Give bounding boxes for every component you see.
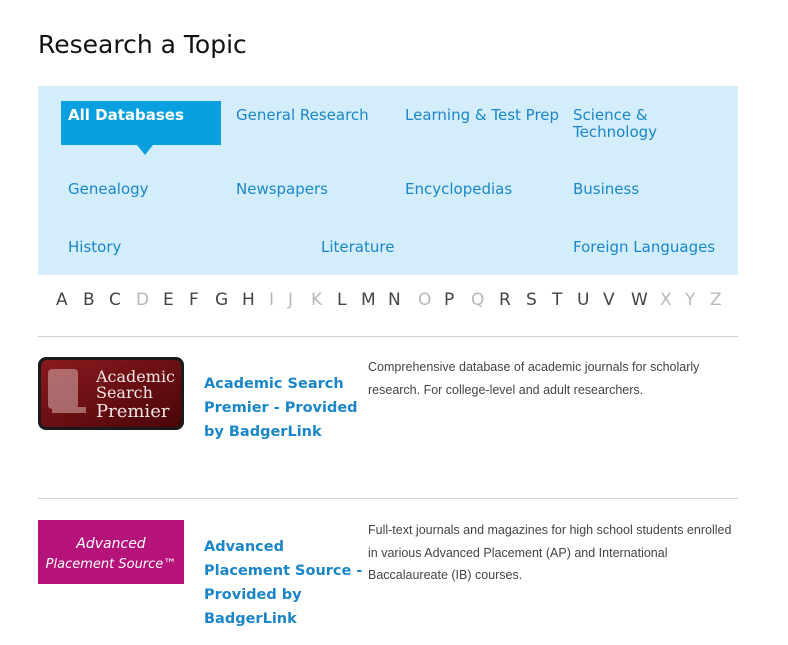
alphabet-letter-r[interactable]: R xyxy=(499,290,511,310)
alphabet-letter-a[interactable]: A xyxy=(56,290,68,310)
topic-literature[interactable]: Literature xyxy=(321,239,394,256)
topic-filter-panel: All Databases General Research Learning … xyxy=(38,86,738,275)
alphabet-letter-z: Z xyxy=(710,290,722,310)
alphabet-letter-x: X xyxy=(660,290,672,310)
logo-text-3: Premier xyxy=(96,401,170,422)
advanced-placement-source-logo[interactable]: Advanced Placement Source™ xyxy=(38,520,184,584)
alphabet-letter-b[interactable]: B xyxy=(83,290,95,310)
alphabet-letter-g[interactable]: G xyxy=(215,290,228,310)
alphabet-letter-y: Y xyxy=(685,290,696,310)
alphabet-letter-i: I xyxy=(269,290,275,310)
alphabet-letter-q: Q xyxy=(471,290,485,310)
database-link-advanced-placement-source[interactable]: Advanced Placement Source - Provided by … xyxy=(204,535,364,631)
database-link-academic-search-premier[interactable]: Academic Search Premier - Provided by Ba… xyxy=(204,372,364,444)
topic-history[interactable]: History xyxy=(68,239,121,256)
divider xyxy=(38,336,738,337)
alphabet-letter-u[interactable]: U xyxy=(577,290,589,310)
alphabet-letter-w[interactable]: W xyxy=(631,290,648,310)
topic-business[interactable]: Business xyxy=(573,181,639,198)
topic-all-databases[interactable]: All Databases xyxy=(61,101,221,155)
alphabet-letter-v[interactable]: V xyxy=(603,290,615,310)
topic-general-research[interactable]: General Research xyxy=(236,107,369,124)
alphabet-letter-m[interactable]: M xyxy=(361,290,376,310)
topic-foreign-languages[interactable]: Foreign Languages xyxy=(573,239,715,256)
topic-science-technology[interactable]: Science & Technology xyxy=(573,107,693,141)
alphabet-letter-h[interactable]: H xyxy=(242,290,255,310)
alphabet-letter-l[interactable]: L xyxy=(337,290,346,310)
logo-text-2: Search xyxy=(96,383,153,402)
alphabet-letter-k: K xyxy=(311,290,323,310)
database-description: Full-text journals and magazines for hig… xyxy=(368,523,732,582)
page-title: Research a Topic xyxy=(38,30,247,59)
divider xyxy=(38,498,738,499)
logo-text-1: Advanced xyxy=(75,536,146,552)
topic-genealogy[interactable]: Genealogy xyxy=(68,181,149,198)
alphabet-letter-f[interactable]: F xyxy=(189,290,199,310)
alphabet-letter-j: J xyxy=(288,290,294,310)
alphabet-letter-c[interactable]: C xyxy=(109,290,121,310)
logo-text-2: Placement Source™ xyxy=(46,557,177,572)
alphabet-letter-d: D xyxy=(136,290,150,310)
academic-search-premier-logo[interactable]: Academic Search Premier xyxy=(38,357,184,430)
alphabet-letter-s[interactable]: S xyxy=(526,290,537,310)
alphabet-letter-n[interactable]: N xyxy=(388,290,401,310)
topic-learning-test-prep[interactable]: Learning & Test Prep xyxy=(405,107,559,124)
alphabet-letter-p[interactable]: P xyxy=(444,290,454,310)
alphabet-letter-o: O xyxy=(418,290,432,310)
database-description: Comprehensive database of academic journ… xyxy=(368,360,700,397)
alphabet-letter-e[interactable]: E xyxy=(163,290,174,310)
topic-encyclopedias[interactable]: Encyclopedias xyxy=(405,181,512,198)
topic-newspapers[interactable]: Newspapers xyxy=(236,181,328,198)
alphabet-letter-t[interactable]: T xyxy=(552,290,562,310)
